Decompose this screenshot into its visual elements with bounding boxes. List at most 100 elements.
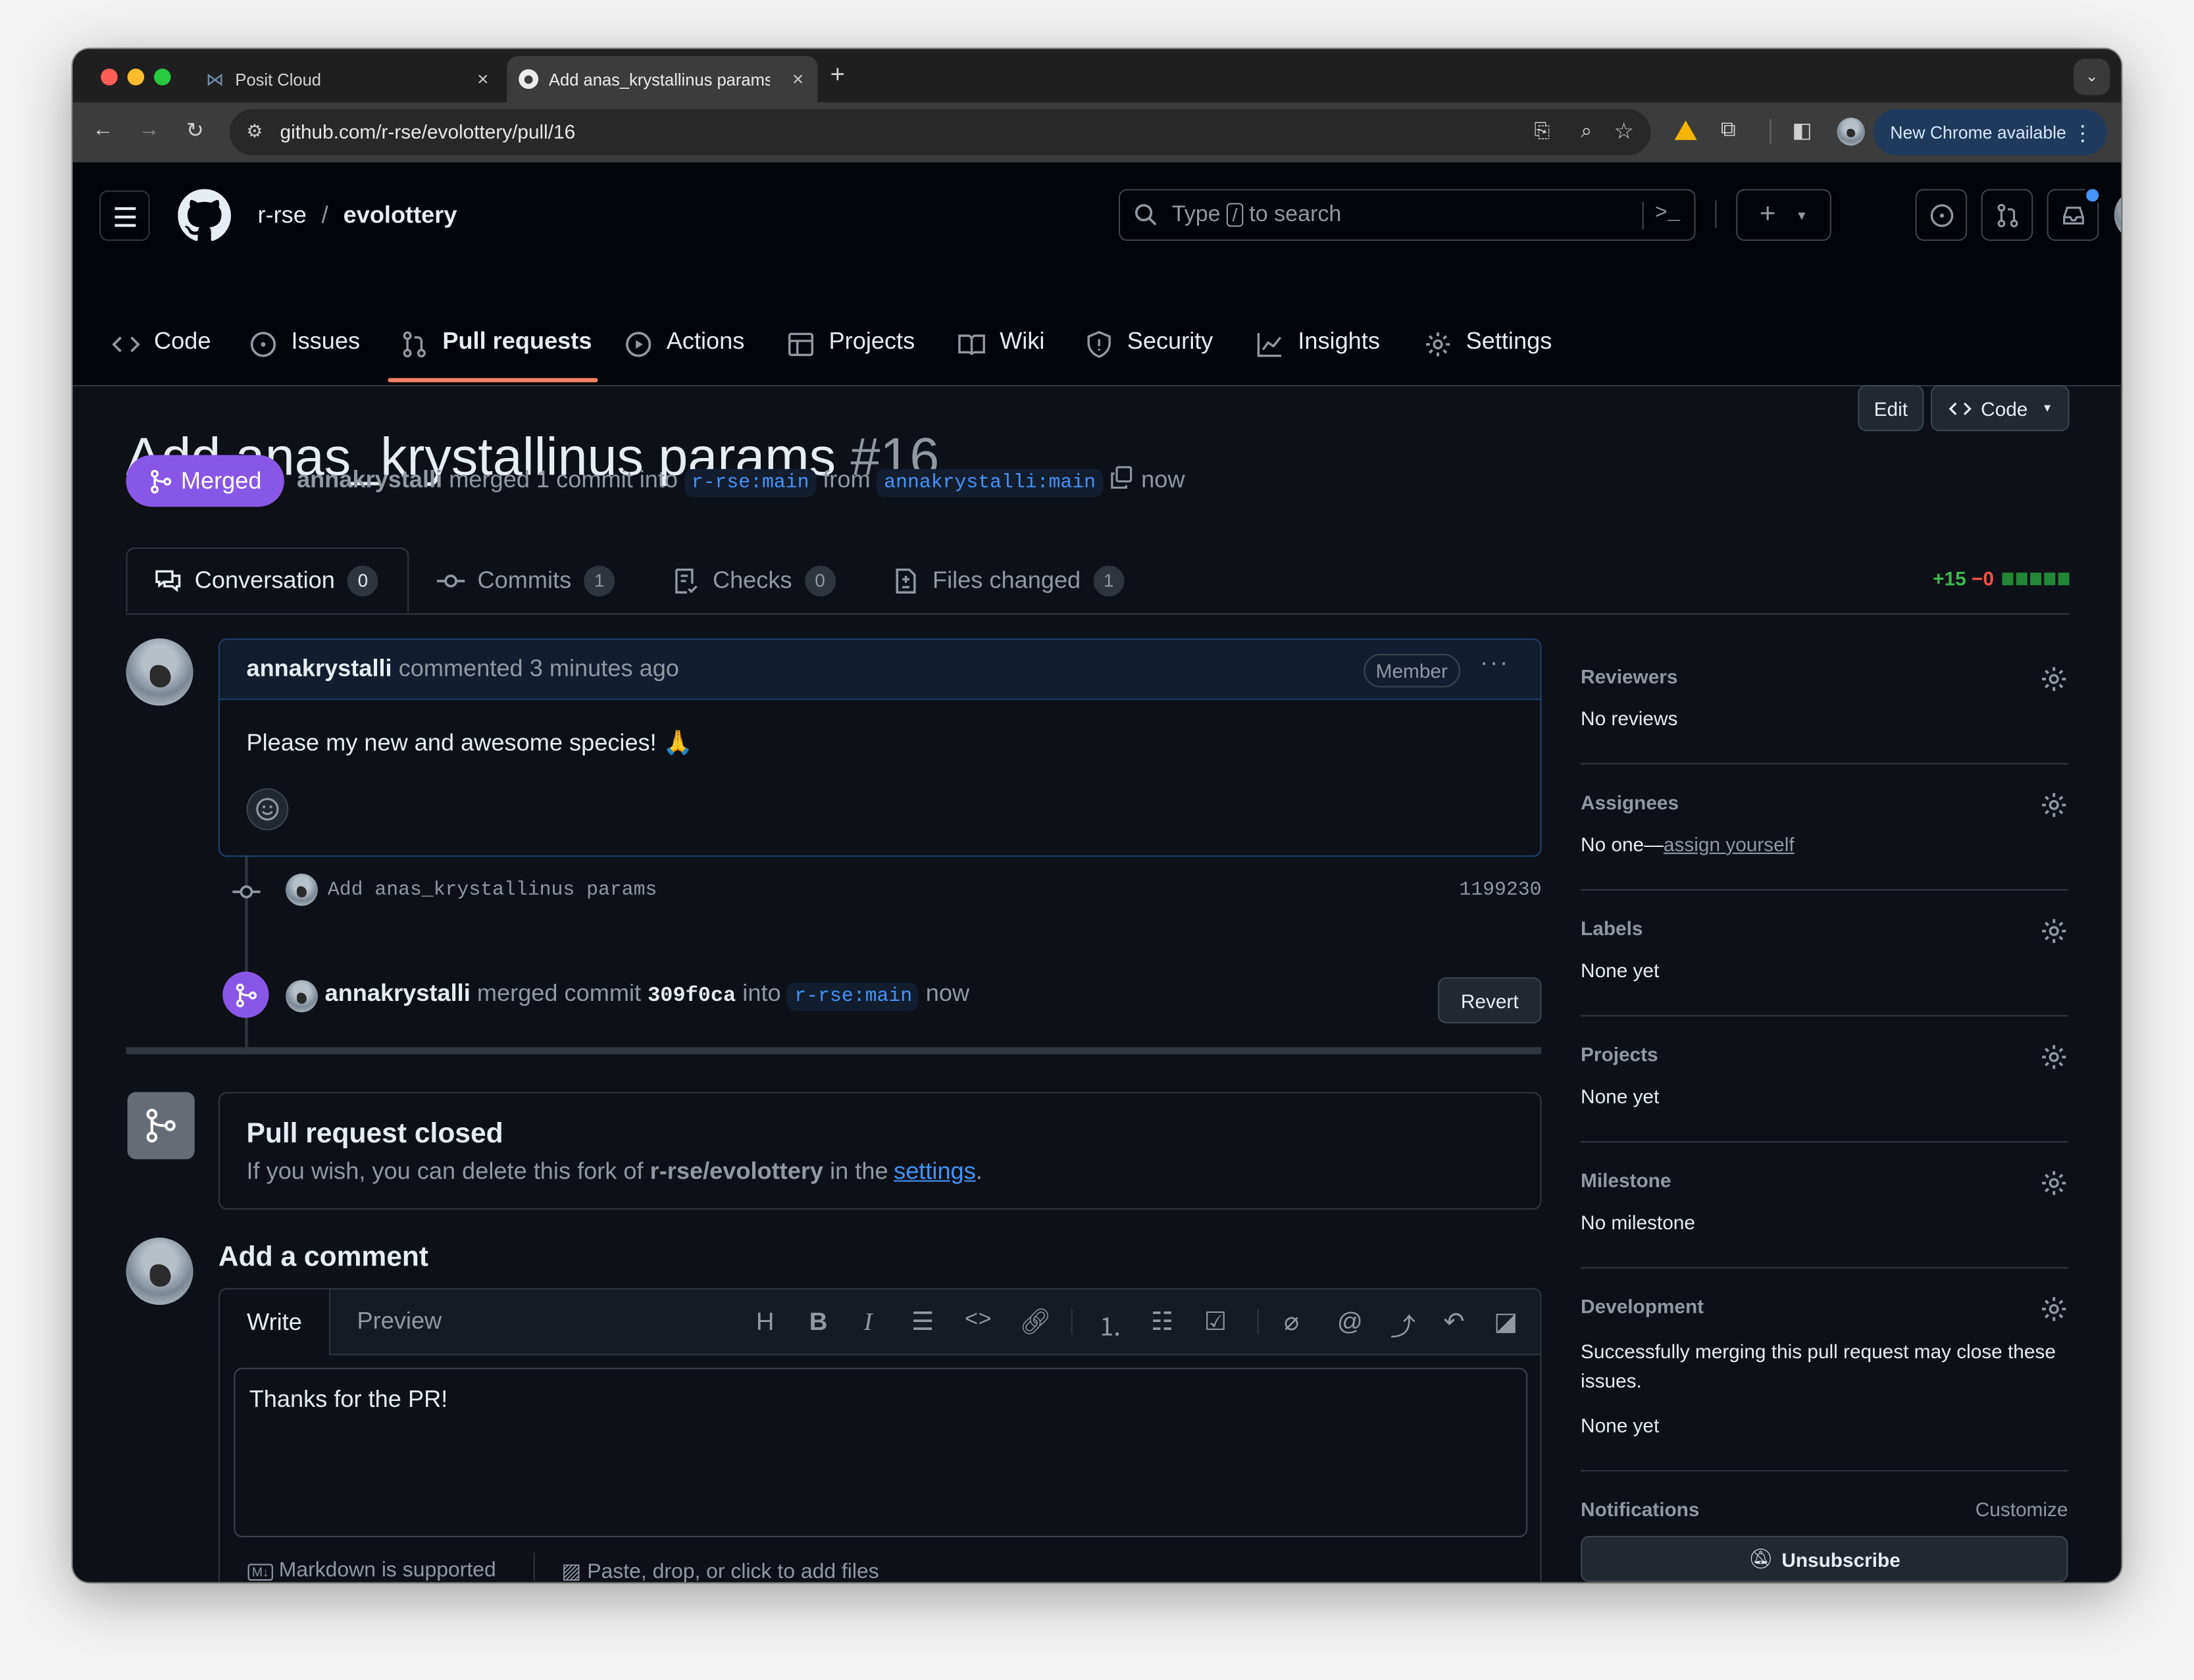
merge-sha-link[interactable]: 309f0ca: [648, 984, 736, 1008]
close-tab-icon[interactable]: ×: [477, 67, 488, 89]
assignees-label[interactable]: Assignees: [1581, 791, 1679, 813]
commit-message-link[interactable]: Add anas_krystallinus params: [328, 879, 657, 902]
gear-icon[interactable]: [2040, 1295, 2068, 1323]
copy-icon[interactable]: [1110, 465, 1135, 490]
comment-time[interactable]: commented 3 minutes ago: [399, 655, 679, 682]
merger-avatar[interactable]: [286, 980, 318, 1013]
tab-security[interactable]: Security: [1085, 328, 1213, 384]
tab-commits[interactable]: Commits 1: [436, 547, 615, 613]
tab-actions[interactable]: Actions: [625, 328, 744, 384]
edit-button[interactable]: Edit: [1858, 385, 1924, 432]
reload-icon[interactable]: ↻: [186, 118, 204, 143]
tab-settings[interactable]: Settings: [1424, 328, 1552, 384]
tab-issues[interactable]: Issues: [249, 328, 360, 384]
heading-icon[interactable]: H: [756, 1308, 775, 1337]
comment-author[interactable]: annakrystalli: [246, 655, 392, 682]
new-chrome-button[interactable]: New Chrome available ⋮: [1873, 109, 2108, 156]
forward-icon[interactable]: →: [139, 118, 160, 141]
new-tab-icon[interactable]: +: [830, 60, 845, 89]
new-comment-avatar[interactable]: [126, 1237, 193, 1305]
gear-icon[interactable]: [2040, 1169, 2068, 1198]
user-avatar[interactable]: [2114, 189, 2122, 241]
merger-link[interactable]: annakrystalli: [325, 980, 471, 1006]
zoom-window-button[interactable]: [154, 68, 171, 86]
add-reaction-button[interactable]: [246, 788, 289, 830]
owner-link[interactable]: r-rse: [257, 201, 306, 228]
settings-link[interactable]: settings: [894, 1158, 976, 1184]
attach-files-note[interactable]: ▨ Paste, drop, or click to add files: [561, 1558, 879, 1582]
pull-requests-button[interactable]: [1981, 189, 2033, 241]
close-window-button[interactable]: [101, 68, 118, 86]
tab-projects[interactable]: Projects: [787, 328, 915, 384]
assign-yourself-link[interactable]: assign yourself: [1664, 833, 1795, 855]
reviewers-label[interactable]: Reviewers: [1581, 665, 1677, 688]
menu-button[interactable]: [99, 190, 150, 241]
milestone-label[interactable]: Milestone: [1581, 1169, 1671, 1192]
repo-link[interactable]: evolottery: [344, 201, 457, 228]
gear-icon[interactable]: [2040, 917, 2068, 946]
search-input[interactable]: Type / to search >_: [1118, 189, 1696, 241]
comment-avatar[interactable]: [126, 638, 193, 706]
gear-icon[interactable]: [2040, 665, 2068, 694]
tab-wiki[interactable]: Wiki: [957, 328, 1044, 384]
issues-button[interactable]: [1915, 189, 1968, 241]
create-new-button[interactable]: + ▼: [1736, 189, 1831, 241]
revert-button[interactable]: Revert: [1438, 977, 1542, 1024]
back-icon[interactable]: ←: [92, 118, 113, 141]
code-button[interactable]: Code ▼: [1930, 385, 2070, 432]
unordered-list-icon[interactable]: ☷: [1151, 1308, 1173, 1337]
preview-tab[interactable]: Preview: [357, 1308, 442, 1336]
browser-tab-pr[interactable]: Add anas_krystallinus params ×: [507, 56, 818, 103]
commit-author-avatar[interactable]: [286, 873, 318, 906]
install-app-icon[interactable]: ⎘: [1534, 119, 1550, 143]
site-info-icon[interactable]: ⚙: [246, 120, 263, 143]
base-branch[interactable]: r-rse:main: [684, 469, 817, 497]
tab-search-icon[interactable]: ⌄: [2073, 59, 2110, 95]
quote-icon[interactable]: ☰: [911, 1308, 934, 1337]
projects-label[interactable]: Projects: [1581, 1043, 1658, 1065]
customize-link[interactable]: Customize: [1976, 1498, 2068, 1521]
ordered-list-icon[interactable]: ⒈: [1098, 1308, 1123, 1344]
tasklist-icon[interactable]: ☑: [1204, 1308, 1227, 1337]
development-label[interactable]: Development: [1581, 1295, 1704, 1317]
browser-tab-posit[interactable]: ⋈ Posit Cloud ×: [191, 56, 502, 102]
tab-files-changed[interactable]: Files changed 1: [892, 547, 1125, 613]
profile-avatar[interactable]: [1837, 117, 1865, 146]
author-link[interactable]: annakrystalli: [297, 466, 442, 492]
github-logo-icon[interactable]: [178, 189, 232, 242]
tab-checks[interactable]: Checks 0: [672, 547, 836, 613]
command-palette-icon[interactable]: >_: [1655, 201, 1680, 225]
paperclip-icon[interactable]: ⌀: [1284, 1308, 1299, 1337]
kebab-horizontal-icon[interactable]: ···: [1480, 648, 1510, 678]
drive-extension-icon[interactable]: [1674, 120, 1697, 140]
head-branch[interactable]: annakrystalli:main: [877, 469, 1103, 497]
close-tab-icon[interactable]: ×: [792, 67, 804, 89]
side-panel-icon[interactable]: ◧: [1792, 118, 1812, 143]
italic-icon[interactable]: I: [864, 1308, 873, 1337]
bookmark-star-icon[interactable]: ☆: [1614, 118, 1634, 146]
gear-icon[interactable]: [2040, 1043, 2068, 1071]
minimize-window-button[interactable]: [127, 68, 145, 86]
code-icon[interactable]: <>: [965, 1308, 992, 1333]
mention-icon[interactable]: @: [1337, 1308, 1363, 1337]
slash-command-icon[interactable]: ◪: [1494, 1308, 1518, 1337]
merge-branch[interactable]: r-rse:main: [787, 982, 919, 1011]
zoom-icon[interactable]: ⌕: [1581, 119, 1592, 143]
tab-insights[interactable]: Insights: [1256, 328, 1380, 384]
cross-reference-icon[interactable]: ⤴: [1390, 1308, 1416, 1344]
reply-icon[interactable]: ↶: [1444, 1308, 1465, 1337]
commit-sha-link[interactable]: 1199230: [1459, 879, 1541, 902]
tab-code[interactable]: Code: [112, 328, 211, 384]
bold-icon[interactable]: B: [809, 1308, 828, 1337]
link-icon[interactable]: 🔗︎: [1019, 1308, 1052, 1337]
unsubscribe-button[interactable]: 🔕︎ Unsubscribe: [1581, 1535, 2068, 1583]
extensions-icon[interactable]: ⧉: [1721, 118, 1736, 141]
tab-pull-requests[interactable]: Pull requests: [400, 328, 592, 384]
labels-label[interactable]: Labels: [1581, 917, 1643, 940]
address-bar[interactable]: ⚙ github.com/r-rse/evolottery/pull/16 ⎘ …: [229, 109, 1651, 156]
tab-conversation[interactable]: Conversation 0: [126, 547, 409, 613]
gear-icon[interactable]: [2040, 791, 2068, 819]
inbox-button[interactable]: [2047, 186, 2102, 241]
markdown-note[interactable]: M↓ Markdown is supported: [247, 1558, 496, 1582]
comment-textarea[interactable]: Thanks for the PR!: [234, 1367, 1528, 1538]
